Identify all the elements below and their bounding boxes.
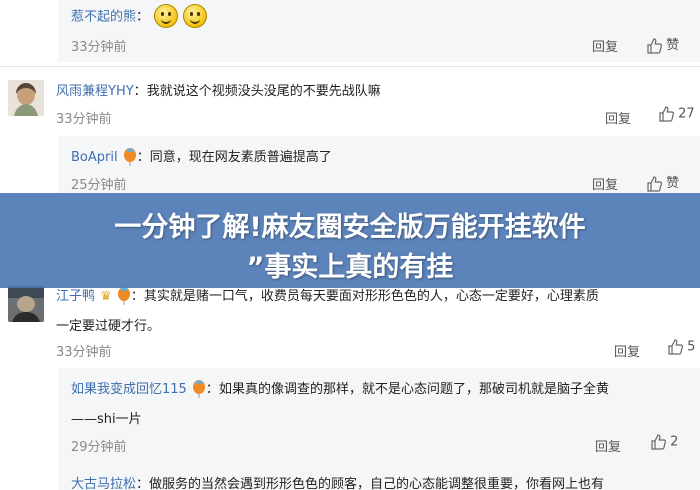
balloon-badge-icon [117, 286, 130, 305]
comment-text: 做服务的当然会遇到形形色色的顾客，自己的心态能调整很重要，你看网上也有 [149, 477, 605, 490]
comment-item: 如果我变成回忆115 ：如果真的像调查的那样，就不是心态问题了，那破司机就是脑子… [71, 378, 609, 398]
balloon-badge-icon [123, 147, 136, 166]
reply-button[interactable]: 回复 [614, 341, 640, 360]
comment-item: BoApril ：同意，现在网友素质普遍提高了 [71, 146, 332, 166]
comment-feed: 惹不起的熊： 33分钟前 回复 赞 风雨兼程YHY：我就说这个视频没头没尾的不要… [0, 0, 700, 490]
like-count: 赞 [666, 38, 680, 53]
like-button[interactable]: 2 [650, 434, 678, 450]
comment-timestamp: 25分钟前 [71, 178, 127, 193]
reply-button[interactable]: 回复 [595, 436, 621, 455]
like-count: 27 [678, 106, 695, 122]
comment-username[interactable]: 如果我变成回忆115 [71, 382, 187, 397]
comment-username[interactable]: 大古马拉松 [71, 477, 136, 490]
divider [0, 66, 700, 67]
comment-text-continued: 一定要过硬才行。 [56, 319, 161, 334]
thumbs-up-icon [668, 339, 683, 355]
banner-title-line2: ”事实上真的有挂 [246, 252, 454, 283]
like-button[interactable]: 赞 [646, 172, 679, 192]
like-count: 赞 [666, 176, 680, 191]
comment-item: 风雨兼程YHY：我就说这个视频没头没尾的不要先战队嘛 [56, 84, 381, 99]
comment-text: 同意，现在网友素质普遍提高了 [149, 150, 332, 165]
thumbs-up-icon [659, 106, 674, 122]
comment-timestamp: 29分钟前 [71, 440, 127, 455]
comment-username[interactable]: 惹不起的熊 [71, 10, 136, 25]
smiley-emoji-icon [183, 4, 208, 28]
thumbs-up-icon [651, 434, 666, 450]
comment-timestamp: 33分钟前 [56, 345, 112, 360]
like-button[interactable]: 赞 [646, 34, 679, 54]
thumbs-up-icon [647, 37, 662, 54]
comment-text: 其实就是赌一口气，收费员每天要面对形形色色的人，心态一定要好，心理素质 [143, 289, 599, 304]
balloon-badge-icon [192, 379, 205, 398]
comment-item: 大古马拉松：做服务的当然会遇到形形色色的顾客，自己的心态能调整很重要，你看网上也… [71, 477, 605, 490]
like-count: 2 [670, 434, 679, 450]
thumbs-up-icon [647, 175, 662, 192]
title-banner: 一分钟了解!麻友圈安全版万能开挂软件 ”事实上真的有挂 [0, 193, 700, 288]
comment-timestamp: 33分钟前 [71, 40, 127, 55]
comment-username[interactable]: BoApril [71, 150, 118, 165]
comment-username[interactable]: 风雨兼程YHY [56, 84, 134, 99]
comment-timestamp: 33分钟前 [56, 112, 112, 127]
comment-text: 如果真的像调查的那样，就不是心态问题了，那破司机就是脑子全黄 [218, 382, 609, 397]
avatar[interactable] [8, 286, 44, 322]
reply-button[interactable]: 回复 [592, 174, 618, 193]
avatar[interactable] [8, 80, 44, 116]
comment-text-continued: ——shi一片 [71, 412, 142, 427]
like-button[interactable]: 5 [667, 339, 695, 355]
banner-title-line1: 一分钟了解!麻友圈安全版万能开挂软件 [114, 212, 586, 243]
comment-text: 我就说这个视频没头没尾的不要先战队嘛 [146, 84, 381, 99]
reply-button[interactable]: 回复 [605, 108, 631, 127]
comment-item: 惹不起的熊： [71, 4, 208, 28]
reply-button[interactable]: 回复 [592, 36, 618, 55]
like-count: 5 [687, 339, 696, 355]
crown-badge-icon: ♛ [100, 289, 112, 304]
comment-username[interactable]: 江子鸭 [56, 289, 95, 304]
like-button[interactable]: 27 [658, 106, 695, 122]
smiley-emoji-icon [154, 4, 179, 28]
